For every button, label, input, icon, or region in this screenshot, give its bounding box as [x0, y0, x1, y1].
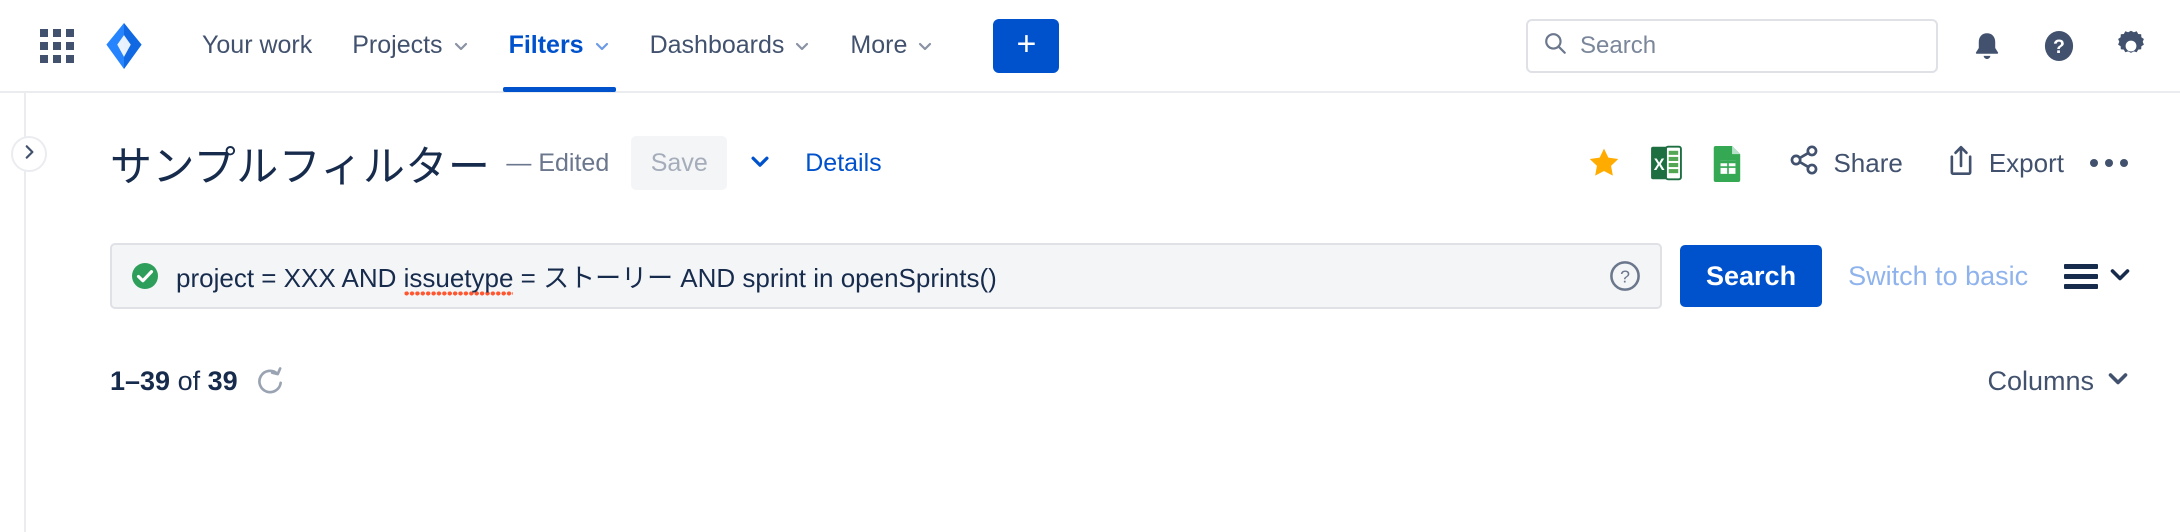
help-circle-icon[interactable]: ?: [1608, 259, 1642, 293]
nav-item-label: Projects: [352, 31, 443, 59]
jql-query-part2: = ストーリー AND sprint in openSprints(): [513, 262, 997, 293]
edited-status-label: — Edited: [506, 148, 610, 177]
search-input[interactable]: [1580, 31, 1922, 60]
jql-input-field[interactable]: project = XXX AND issuetype = ストーリー AND …: [110, 243, 1662, 309]
details-link[interactable]: Details: [805, 149, 881, 178]
jql-query-part1: project = XXX AND: [176, 262, 404, 293]
view-mode-toggle[interactable]: [2064, 262, 2140, 291]
share-icon: [1787, 143, 1821, 184]
grid-apps-icon[interactable]: [36, 25, 78, 67]
jql-query-text: project = XXX AND issuetype = ストーリー AND …: [176, 258, 997, 297]
jql-search-button[interactable]: Search: [1680, 245, 1823, 307]
columns-button[interactable]: Columns: [1987, 366, 2140, 397]
chevron-down-icon: [453, 38, 469, 54]
nav-item-projects[interactable]: Projects: [332, 0, 488, 92]
create-button[interactable]: +: [993, 18, 1060, 73]
svg-text:?: ?: [2053, 35, 2065, 57]
save-button-label: Save: [650, 148, 708, 177]
valid-check-icon: [130, 261, 160, 291]
excel-export-icon[interactable]: X: [1635, 135, 1697, 191]
nav-item-dashboards[interactable]: Dashboards: [630, 0, 831, 92]
chevron-down-icon: [794, 38, 810, 54]
chevron-down-icon: [2108, 262, 2132, 291]
nav-item-label: More: [850, 31, 908, 59]
results-count: 1–39 of 39: [110, 366, 238, 397]
refresh-icon[interactable]: [254, 365, 286, 397]
jql-search-row: project = XXX AND issuetype = ストーリー AND …: [110, 243, 2140, 309]
results-total: 39: [207, 365, 238, 396]
nav-item-label: Dashboards: [649, 31, 785, 59]
jira-logo-icon[interactable]: [96, 18, 152, 74]
export-button[interactable]: Export: [1931, 135, 2078, 191]
main-content: サンプルフィルター — Edited Save Details X Share …: [0, 117, 2180, 397]
create-button-label: +: [1016, 24, 1037, 63]
chevron-down-icon: [2106, 366, 2130, 397]
switch-to-basic-link[interactable]: Switch to basic: [1848, 261, 2028, 292]
jql-query-misspelled-term: issuetype: [403, 262, 514, 297]
svg-text:X: X: [1654, 156, 1665, 174]
columns-button-label: Columns: [1987, 365, 2094, 396]
nav-item-label: Your work: [202, 31, 313, 59]
save-button[interactable]: Save: [631, 136, 728, 190]
nav-item-more[interactable]: More: [830, 0, 953, 92]
page-title: サンプルフィルター: [110, 142, 491, 190]
list-view-icon: [2064, 263, 2098, 289]
primary-nav-items: Your work Projects Filters Dashboards Mo…: [182, 0, 1060, 92]
top-navigation-bar: Your work Projects Filters Dashboards Mo…: [0, 0, 2180, 93]
filter-header-row: サンプルフィルター — Edited Save Details X Share …: [110, 117, 2140, 209]
notifications-bell-icon[interactable]: [1964, 23, 2010, 69]
results-of-label: of: [170, 365, 208, 396]
global-search-box[interactable]: [1526, 18, 1938, 73]
results-summary-row: 1–39 of 39 Columns: [110, 365, 2140, 397]
more-horizontal-icon[interactable]: [2078, 135, 2140, 191]
settings-gear-icon[interactable]: [2108, 23, 2154, 69]
export-button-label: Export: [1988, 147, 2064, 178]
star-filled-icon[interactable]: [1573, 135, 1635, 191]
help-question-icon[interactable]: ?: [2036, 23, 2082, 69]
search-icon: [1542, 30, 1568, 61]
google-sheets-export-icon[interactable]: [1697, 135, 1759, 191]
export-upload-icon: [1945, 143, 1977, 184]
nav-right-group: ?: [1526, 18, 2154, 73]
nav-item-your-work[interactable]: Your work: [182, 0, 332, 92]
chevron-down-icon: [917, 38, 933, 54]
svg-text:?: ?: [1620, 267, 1630, 287]
chevron-down-icon: [594, 38, 610, 54]
more-dots: [2090, 159, 2128, 167]
share-button-label: Share: [1833, 147, 1903, 178]
share-button[interactable]: Share: [1773, 135, 1916, 191]
chevron-down-icon: [749, 150, 771, 177]
filter-actions-group: X Share Export: [1573, 135, 2140, 191]
nav-item-filters[interactable]: Filters: [489, 0, 630, 92]
save-options-dropdown[interactable]: [741, 144, 779, 182]
nav-item-label: Filters: [508, 31, 584, 59]
results-range: 1–39: [110, 365, 171, 396]
